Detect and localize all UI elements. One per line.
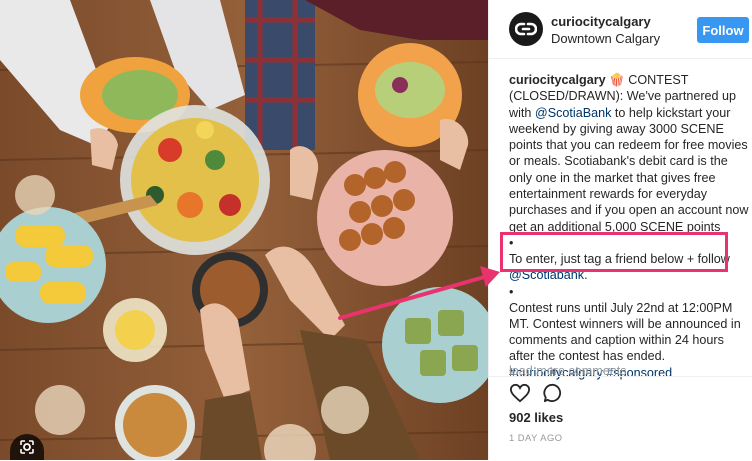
post-header: curiocitycalgary Downtown Calgary Follow bbox=[489, 0, 752, 59]
likes-count[interactable]: 902 likes bbox=[509, 410, 563, 425]
post-caption: curiocitycalgary 🍿 CONTEST (CLOSED/DRAWN… bbox=[509, 72, 749, 381]
mention-scotiabank-1[interactable]: @ScotiaBank bbox=[535, 106, 612, 120]
caption-bullet: • bbox=[509, 284, 514, 299]
caption-enter-text: To enter, just tag a friend below + foll… bbox=[509, 251, 730, 266]
caption-enter-end: . bbox=[584, 268, 588, 283]
post-username[interactable]: curiocitycalgary bbox=[551, 14, 651, 29]
caption-bullet: • bbox=[509, 235, 514, 250]
post-photo[interactable] bbox=[0, 0, 488, 460]
comment-bubble-icon[interactable] bbox=[543, 383, 563, 408]
post-timestamp: 1 DAY AGO bbox=[509, 433, 563, 444]
post-side-panel: curiocitycalgary Downtown Calgary Follow… bbox=[488, 0, 752, 460]
caption-text-2: to help kickstart your weekend by giving… bbox=[509, 105, 749, 234]
post-actions: 902 likes 1 DAY AGO bbox=[489, 376, 752, 461]
load-more-comments-link[interactable]: load more comments bbox=[509, 364, 745, 375]
caption-text-3: Contest runs until July 22nd at 12:00PM … bbox=[509, 300, 741, 364]
curiocity-logo-icon[interactable] bbox=[509, 12, 543, 46]
post-location[interactable]: Downtown Calgary bbox=[551, 31, 660, 46]
lens-icon[interactable] bbox=[10, 434, 44, 460]
follow-button[interactable]: Follow bbox=[697, 17, 749, 43]
caption-username[interactable]: curiocitycalgary bbox=[509, 73, 606, 87]
mention-scotiabank-2[interactable]: @Scotiabank bbox=[509, 268, 584, 282]
heart-icon[interactable] bbox=[509, 383, 531, 408]
food-table-image bbox=[0, 0, 488, 460]
